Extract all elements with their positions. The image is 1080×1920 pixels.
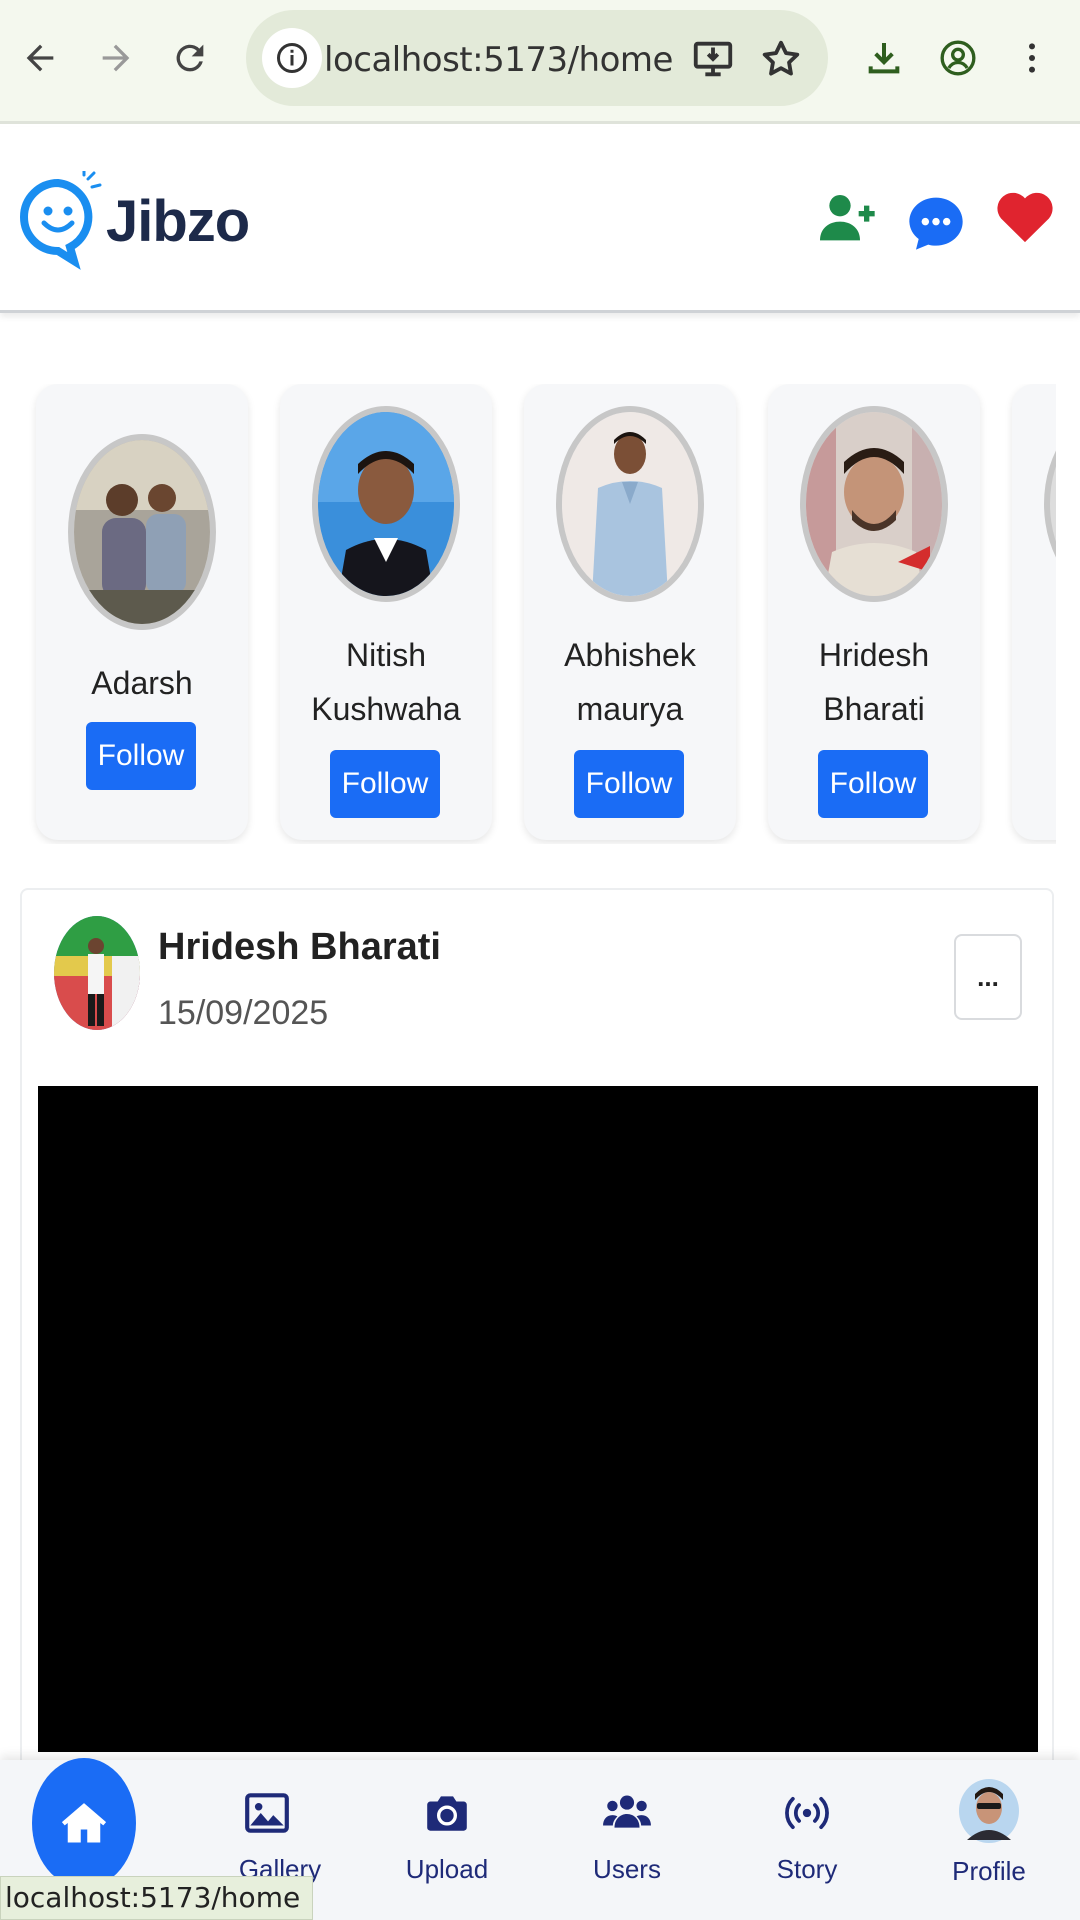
account-circle-icon [940, 40, 976, 76]
nav-label: Users [593, 1854, 661, 1884]
browser-menu-button[interactable] [1000, 26, 1064, 90]
post-media[interactable] [38, 1086, 1038, 1752]
broadcast-icon [785, 1796, 829, 1830]
site-info-icon[interactable] [262, 28, 322, 88]
nav-story[interactable]: Story [732, 1788, 882, 1908]
suggestion-name[interactable]: Nitish Kushwaha [280, 628, 492, 736]
messenger-icon[interactable] [904, 191, 968, 255]
post-author-name[interactable]: Hridesh Bharati [158, 926, 441, 969]
nav-upload[interactable]: Upload [372, 1788, 522, 1908]
browser-toolbar: localhost:5173/home [0, 0, 1080, 124]
suggestion-name[interactable]: Hridesh Bharati [768, 628, 980, 736]
reload-icon [176, 44, 204, 72]
nav-label: Upload [405, 1854, 489, 1884]
status-bubble-url: localhost:5173/home [0, 1876, 314, 1920]
suggestion-card: Nitish Kushwaha Follow [280, 384, 492, 840]
home-icon [61, 1803, 107, 1843]
download-icon [868, 43, 900, 74]
suggestion-name[interactable]: Abhishek maurya [524, 628, 736, 736]
app-header: Jibzo [0, 127, 1080, 313]
avatar [959, 1779, 1019, 1843]
avatar[interactable] [800, 406, 948, 602]
follow-button[interactable]: Follow [574, 750, 684, 818]
suggestion-card: Abhishek maurya Follow [524, 384, 736, 840]
avatar[interactable] [312, 406, 460, 602]
back-arrow-icon [26, 44, 54, 72]
nav-label: Profile [952, 1856, 1026, 1886]
brand-name: Jibzo [106, 188, 250, 254]
bookmark-star-icon[interactable] [758, 36, 804, 82]
post-options-button[interactable]: ... [954, 934, 1022, 1020]
avatar[interactable] [556, 406, 704, 602]
back-button[interactable] [8, 26, 72, 90]
add-user-icon[interactable] [816, 187, 880, 251]
kebab-menu-icon [1029, 43, 1035, 73]
forward-arrow-icon [102, 44, 130, 72]
suggestion-card [1012, 384, 1056, 840]
forward-button[interactable] [84, 26, 148, 90]
brand-logo[interactable]: Jibzo [18, 171, 250, 271]
avatar[interactable] [1044, 406, 1056, 602]
suggestion-card: Hridesh Bharati Follow [768, 384, 980, 840]
avatar[interactable] [54, 916, 140, 1030]
suggested-users-carousel[interactable]: Adarsh Follow Nitish Kushwaha Follow Abh… [0, 384, 1056, 844]
suggestion-card: Adarsh Follow [36, 384, 248, 840]
post-card: Hridesh Bharati 15/09/2025 ... [20, 888, 1054, 1768]
smiley-logo-icon [20, 171, 102, 270]
avatar[interactable] [68, 434, 216, 630]
suggestion-name[interactable]: Adarsh [36, 656, 248, 710]
image-icon [245, 1793, 289, 1833]
follow-button[interactable]: Follow [86, 722, 196, 790]
address-bar[interactable]: localhost:5173/home [246, 10, 828, 106]
post-date: 15/09/2025 [158, 994, 329, 1032]
heart-icon[interactable] [992, 183, 1058, 249]
users-icon [603, 1795, 651, 1828]
follow-button[interactable]: Follow [330, 750, 440, 818]
nav-users[interactable]: Users [552, 1788, 702, 1908]
url-text[interactable]: localhost:5173/home [324, 40, 673, 80]
follow-button[interactable]: Follow [818, 750, 928, 818]
camera-icon [427, 1796, 467, 1831]
reload-button[interactable] [158, 26, 222, 90]
nav-profile[interactable]: Profile [914, 1778, 1064, 1898]
downloads-button[interactable] [852, 26, 916, 90]
nav-home[interactable] [32, 1758, 136, 1888]
nav-label: Story [776, 1854, 838, 1884]
profile-button[interactable] [926, 26, 990, 90]
install-app-icon[interactable] [690, 36, 736, 82]
